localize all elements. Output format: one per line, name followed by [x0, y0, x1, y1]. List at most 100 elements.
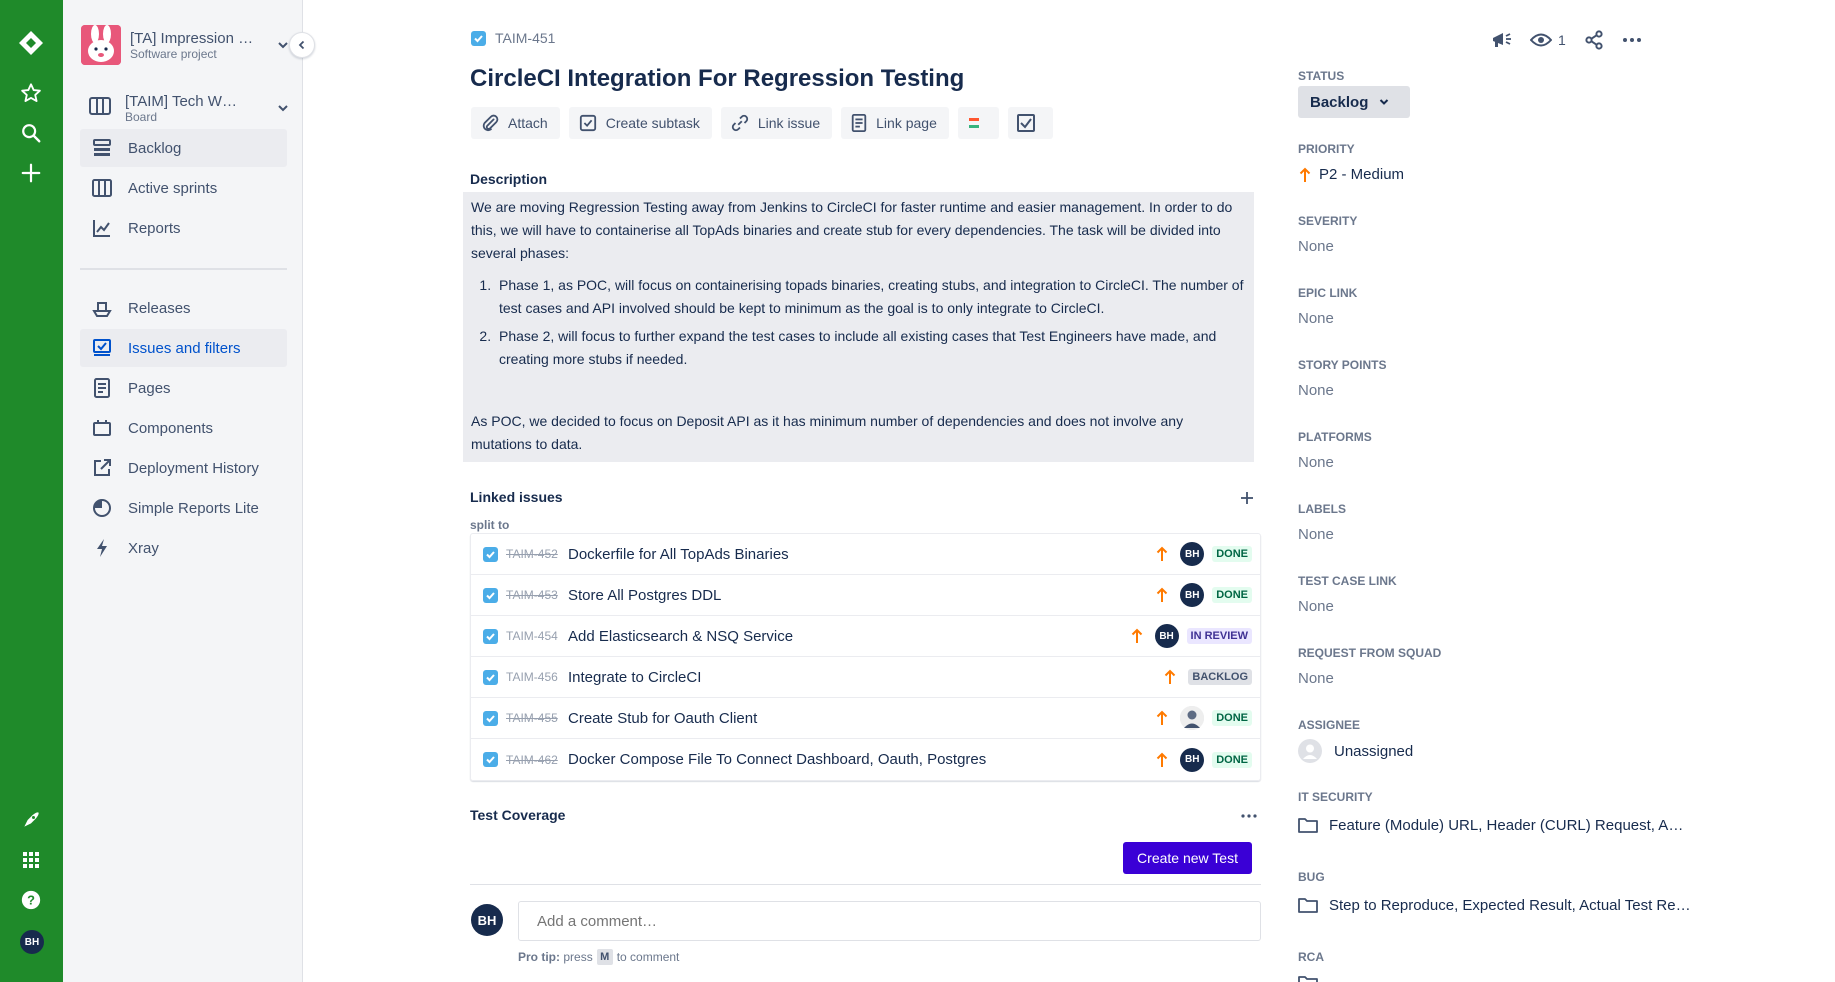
linked-issue-key[interactable]: TAIM-456 [506, 670, 561, 684]
linked-issue-key[interactable]: TAIM-462 [506, 753, 561, 767]
description-heading: Description [470, 171, 548, 187]
linked-issue-row[interactable]: TAIM-452 Dockerfile for All TopAds Binar… [471, 534, 1260, 575]
list-item: Phase 2, will focus to further expand th… [495, 325, 1246, 371]
avatar[interactable] [1180, 706, 1205, 730]
test-case-link-field[interactable]: None [1298, 598, 1334, 615]
story-points-field[interactable]: None [1298, 382, 1334, 399]
linked-issue-summary[interactable]: Add Elasticsearch & NSQ Service [568, 628, 1129, 645]
app-switcher-icon[interactable] [12, 841, 50, 879]
folder-icon [1298, 898, 1318, 913]
phases-list: Phase 1, as POC, will focus on container… [495, 274, 1246, 371]
linked-issue-key[interactable]: TAIM-452 [506, 547, 561, 561]
traffic-light-app-button[interactable] [957, 107, 999, 139]
jira-issue-page: ? BH [TA] Impression … Software project … [0, 0, 1835, 982]
unassigned-avatar-icon [1298, 739, 1322, 763]
help-icon[interactable]: ? [12, 881, 50, 919]
sidebar-item-reports[interactable]: Reports [80, 209, 287, 247]
test-coverage-more-button[interactable] [1239, 806, 1259, 826]
sidebar-item-simple-reports-lite[interactable]: Simple Reports Lite [80, 489, 287, 527]
severity-field[interactable]: None [1298, 238, 1334, 255]
labels-field-label: LABELS [1298, 502, 1346, 516]
create-new-test-button[interactable]: Create new Test [1123, 842, 1252, 874]
avatar[interactable]: BH [1180, 542, 1205, 566]
sidebar-item-releases[interactable]: Releases [80, 289, 287, 327]
issue-toolbar: Attach Create subtask Link issue Link pa… [471, 107, 1062, 139]
linked-issue-summary[interactable]: Store All Postgres DDL [568, 587, 1154, 604]
rca-field[interactable] [1298, 974, 1318, 982]
issue-title[interactable]: CircleCI Integration For Regression Test… [470, 65, 964, 93]
linked-issue-row[interactable]: TAIM-455 Create Stub for Oauth Client DO… [471, 698, 1260, 739]
board-selector[interactable]: [TAIM] Tech W… Board [81, 90, 291, 126]
linked-issue-summary[interactable]: Docker Compose File To Connect Dashboard… [568, 751, 1154, 768]
linked-issue-key[interactable]: TAIM-454 [506, 629, 561, 643]
jira-logo-icon[interactable] [12, 24, 50, 62]
starred-icon[interactable] [12, 74, 50, 112]
status-dropdown[interactable]: Backlog [1298, 86, 1410, 118]
avatar[interactable]: BH [1154, 624, 1179, 648]
add-link-button[interactable] [1237, 488, 1257, 508]
tip-prefix: Pro tip: [518, 950, 560, 964]
comment-input[interactable] [518, 901, 1261, 941]
paperclip-icon [482, 114, 499, 132]
priority-value: P2 - Medium [1319, 166, 1405, 183]
sidebar-item-active-sprints[interactable]: Active sprints [80, 169, 287, 207]
sidebar-item-components[interactable]: Components [80, 409, 287, 447]
checklist-app-button[interactable] [1007, 107, 1053, 139]
severity-field-label: SEVERITY [1298, 214, 1358, 228]
attach-button[interactable]: Attach [471, 107, 560, 139]
project-avatar-icon [81, 25, 121, 65]
linked-issue-row[interactable]: TAIM-454 Add Elasticsearch & NSQ Service… [471, 616, 1260, 657]
project-header[interactable]: [TA] Impression … Software project [81, 22, 291, 68]
task-type-icon [483, 628, 498, 644]
board-icon [89, 96, 111, 121]
avatar[interactable]: BH [1180, 583, 1205, 607]
request-from-squad-field-label: REQUEST FROM SQUAD [1298, 646, 1442, 660]
labels-field[interactable]: None [1298, 526, 1334, 543]
linked-issue-row[interactable]: TAIM-462 Docker Compose File To Connect … [471, 739, 1260, 780]
issue-details-panel: STATUS Backlog PRIORITY P2 - Medium SEVE… [1298, 0, 1718, 982]
linked-issue-summary[interactable]: Dockerfile for All TopAds Binaries [568, 546, 1154, 563]
linked-issue-summary[interactable]: Create Stub for Oauth Client [568, 710, 1154, 727]
avatar[interactable]: BH [1180, 747, 1205, 772]
assignee-field[interactable]: Unassigned [1298, 739, 1413, 763]
sidebar-item-issues-and-filters[interactable]: Issues and filters [80, 329, 287, 367]
collapse-sidebar-button[interactable] [289, 32, 315, 58]
request-from-squad-field[interactable]: None [1298, 670, 1334, 687]
it-security-field-label: IT SECURITY [1298, 790, 1373, 804]
task-type-icon [483, 669, 498, 685]
create-icon[interactable] [12, 154, 50, 192]
search-icon[interactable] [12, 114, 50, 152]
linked-issue-row[interactable]: TAIM-456 Integrate to CircleCI BACKLOG [471, 657, 1260, 698]
sidebar-item-xray[interactable]: Xray [80, 529, 287, 567]
create-subtask-button[interactable]: Create subtask [568, 107, 712, 139]
linked-issue-row[interactable]: TAIM-453 Store All Postgres DDL BH DONE [471, 575, 1260, 616]
bug-field[interactable]: Step to Reproduce, Expected Result, Actu… [1298, 896, 1693, 914]
chevron-down-icon[interactable] [275, 100, 291, 116]
status-badge: IN REVIEW [1186, 628, 1252, 644]
platforms-field[interactable]: None [1298, 454, 1334, 471]
attach-label: Attach [508, 115, 548, 131]
sidebar-item-backlog[interactable]: Backlog [80, 129, 287, 167]
it-security-field[interactable]: Feature (Module) URL, Header (CURL) Requ… [1298, 816, 1693, 834]
link-page-button[interactable]: Link page [841, 107, 949, 139]
linked-issue-summary[interactable]: Integrate to CircleCI [568, 669, 1162, 686]
rocket-icon[interactable] [12, 801, 50, 839]
issue-key-link[interactable]: TAIM-451 [495, 30, 555, 46]
priority-medium-icon [1299, 167, 1311, 182]
description-field[interactable]: We are moving Regression Testing away fr… [463, 192, 1254, 462]
board-type: Board [125, 109, 158, 124]
sidebar-item-label: Xray [128, 539, 159, 557]
sidebar-item-deployment-history[interactable]: Deployment History [80, 449, 287, 487]
sidebar-item-pages[interactable]: Pages [80, 369, 287, 407]
bug-value: Step to Reproduce, Expected Result, Actu… [1329, 896, 1691, 914]
linked-issue-key[interactable]: TAIM-453 [506, 588, 561, 602]
tip-press: press [563, 950, 593, 964]
epic-link-field[interactable]: None [1298, 310, 1334, 327]
list-item: Phase 1, as POC, will focus on container… [495, 274, 1246, 320]
link-issue-button[interactable]: Link issue [720, 107, 833, 139]
project-name: [TA] Impression … [130, 29, 254, 47]
priority-field[interactable]: P2 - Medium [1298, 166, 1404, 183]
linked-issue-key[interactable]: TAIM-455 [506, 711, 561, 725]
profile-avatar[interactable]: BH [20, 930, 44, 954]
avatar: BH [471, 904, 503, 936]
